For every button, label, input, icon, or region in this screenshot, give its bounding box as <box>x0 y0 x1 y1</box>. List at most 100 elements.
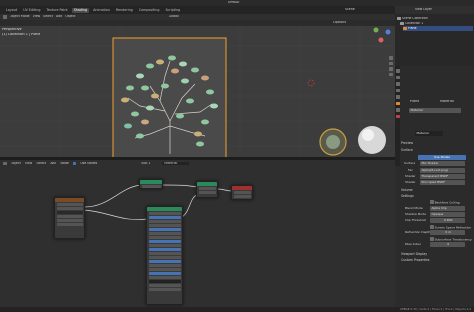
surface-shader-value: Mix Shader <box>421 161 439 165</box>
mix-shader-node-header <box>197 182 217 186</box>
use-nodes-button[interactable]: Use Nodes <box>418 155 466 160</box>
render-tab-icon[interactable] <box>396 75 400 79</box>
viewport-overlay-subtitle: (1) Collection 1 | Plane <box>2 33 41 36</box>
add-menu[interactable]: Add <box>56 15 62 18</box>
preview-section[interactable]: Preview <box>401 141 413 145</box>
surface-section[interactable]: Surface <box>401 148 413 152</box>
pan-icon[interactable] <box>389 61 393 65</box>
material-output-node[interactable] <box>231 185 253 200</box>
fac-value: Alpha(8+Lot.png) <box>421 168 449 172</box>
fac-field[interactable]: Alpha(8+Lot.png) <box>420 168 465 173</box>
options-dropdown[interactable]: Options <box>333 21 346 24</box>
backface-culling-checkbox[interactable] <box>430 200 434 204</box>
node-row <box>56 206 83 210</box>
screen-space-refraction-row[interactable]: Screen Space Refraction <box>430 225 471 230</box>
use-nodes-checkbox-icon[interactable] <box>72 161 77 166</box>
image-texture-node-header <box>55 198 84 202</box>
mix-shader-node[interactable] <box>196 181 218 198</box>
material-selector[interactable]: Material <box>162 161 190 166</box>
node-view-menu[interactable]: View <box>25 162 33 165</box>
tab-texture-paint[interactable]: Texture Paint <box>44 8 69 13</box>
node-row <box>56 218 83 222</box>
node-editor-canvas[interactable] <box>0 167 395 307</box>
node-add-menu[interactable]: Add <box>50 162 56 165</box>
output-tab-icon[interactable] <box>396 82 400 86</box>
node-node-menu[interactable]: Node <box>60 162 68 165</box>
object-tab-icon[interactable] <box>396 101 400 105</box>
material-slot-name: Material <box>410 108 423 112</box>
subsurface-translucency-row[interactable]: Subsurface Translucency <box>430 237 472 242</box>
collection-icon <box>400 21 404 26</box>
screen-space-refraction-checkbox[interactable] <box>430 225 434 229</box>
shadow-mode-value: Opaque <box>431 212 444 216</box>
node-row <box>233 190 251 194</box>
settings-section[interactable]: Settings <box>401 194 414 198</box>
3d-cursor <box>307 79 315 87</box>
camera-icon[interactable] <box>389 67 393 71</box>
material-tab-label: Material <box>440 100 454 103</box>
backface-culling-row[interactable]: Backface Culling <box>430 200 460 205</box>
shadow-mode-label: Shadow Mode <box>405 213 426 216</box>
node-select-menu[interactable]: Select <box>36 162 46 165</box>
viewport-overlay-title: Perspective <box>2 28 22 31</box>
3d-viewport[interactable]: Perspective (1) Collection 1 | Plane <box>0 26 395 157</box>
subsurface-translucency-checkbox[interactable] <box>430 237 434 241</box>
grid-icon[interactable] <box>389 72 393 76</box>
material-slot-list[interactable]: Material <box>409 108 461 113</box>
tab-rendering[interactable]: Rendering <box>114 8 135 13</box>
object-menu[interactable]: Object <box>65 15 75 18</box>
clip-threshold-field[interactable]: 0.800 <box>430 218 465 223</box>
world-tab-icon[interactable] <box>396 95 400 99</box>
subsurface-translucency-label: Subsurface Translucency <box>434 237 472 242</box>
outliner-row-plane[interactable]: Plane <box>403 26 473 31</box>
node-row <box>198 190 216 194</box>
node-row <box>148 271 181 275</box>
tab-shading[interactable]: Shading <box>71 7 90 13</box>
object-mode-dropdown[interactable]: Object Mode <box>10 15 30 18</box>
view-menu[interactable]: View <box>33 15 41 18</box>
select-menu[interactable]: Select <box>43 15 53 18</box>
slot-dropdown[interactable]: Slot 1 <box>141 162 150 165</box>
editor-type-icon[interactable] <box>3 15 7 19</box>
tab-uv-editing[interactable]: UV Editing <box>21 8 42 13</box>
tab-layout[interactable]: Layout <box>4 8 19 13</box>
blend-mode-dropdown[interactable]: Alpha Clip <box>430 206 465 211</box>
pass-index-field[interactable]: 0 <box>430 242 465 247</box>
material-tab-icon[interactable] <box>396 114 400 118</box>
tab-animation[interactable]: Animation <box>91 8 112 13</box>
node-editor-type-icon[interactable] <box>3 161 7 166</box>
tab-scripting[interactable]: Scripting <box>163 8 182 13</box>
node-row <box>56 210 83 214</box>
transparent-bsdf-node-header <box>140 180 162 184</box>
tab-compositing[interactable]: Compositing <box>137 8 162 13</box>
outliner: View Layer Scene Collection Collection 1… <box>395 6 474 66</box>
status-version: UPBGE 0.30 | Verts:4 | Faces:1 | Tris:2 … <box>400 308 472 311</box>
zoom-icon[interactable] <box>389 56 393 60</box>
tool-tab-icon[interactable] <box>396 69 400 73</box>
transparent-bsdf-node[interactable] <box>139 179 163 189</box>
surface-shader-field[interactable]: Mix Shader <box>420 161 465 166</box>
material-name-field[interactable]: Material <box>415 131 443 136</box>
node-row <box>148 251 181 255</box>
object-dropdown[interactable]: Object <box>11 162 21 165</box>
view-layer-label[interactable]: View Layer <box>415 8 432 11</box>
node-row <box>148 239 181 243</box>
refraction-depth-field[interactable]: 0 m <box>430 230 465 235</box>
shader1-field[interactable]: Transparent BSDF <box>420 174 465 179</box>
transform-orientation-dropdown[interactable]: Global <box>169 15 179 18</box>
node-row <box>148 243 181 247</box>
properties-panel <box>395 66 474 307</box>
volume-section[interactable]: Volume <box>401 188 413 192</box>
blend-mode-label: Blend Mode <box>405 207 423 210</box>
modifier-tab-icon[interactable] <box>396 108 400 112</box>
shader2-field[interactable]: Principled BSDF <box>420 180 465 185</box>
viewport-display-section[interactable]: Viewport Display <box>401 252 427 256</box>
scene-tab-icon[interactable] <box>396 88 400 92</box>
node-row <box>148 235 181 239</box>
shadow-mode-dropdown[interactable]: Opaque <box>430 212 465 217</box>
scene-selector[interactable]: Scene <box>345 8 355 11</box>
shader2-value: Principled BSDF <box>421 180 446 184</box>
image-texture-node[interactable] <box>54 197 85 239</box>
principled-bsdf-node[interactable] <box>146 206 183 305</box>
custom-properties-section[interactable]: Custom Properties <box>401 258 429 262</box>
